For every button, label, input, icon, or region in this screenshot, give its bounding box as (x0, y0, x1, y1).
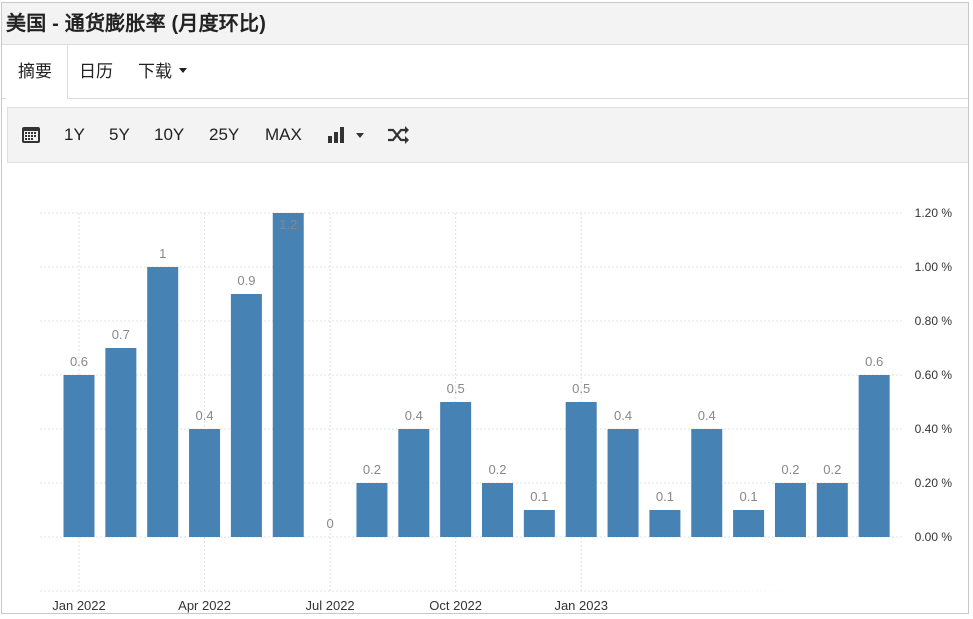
bar-chart-icon (328, 127, 364, 143)
y-tick-label: 0.00 % (915, 530, 953, 544)
chart-bar (733, 510, 765, 537)
data-label: 0 (326, 516, 333, 531)
tab-bar: 摘要 日历 下载 (2, 45, 968, 99)
y-tick-label: 0.60 % (915, 368, 953, 382)
data-label: 0.5 (447, 381, 465, 396)
data-label: 0.6 (865, 354, 883, 369)
chart-bar (356, 483, 388, 537)
data-label: 0.9 (237, 273, 255, 288)
chart-bar (774, 483, 806, 537)
data-label: 1 (159, 246, 166, 261)
x-tick-label: Apr 2022 (178, 598, 231, 613)
chart-area: 0.00 % 0.20 % 0.40 % 0.60 % 0.80 % 1.00 % 1.20… (2, 163, 968, 613)
chart-bar (63, 375, 95, 537)
chart-bar (105, 348, 137, 537)
tab-calendar[interactable]: 日历 (79, 45, 113, 99)
bar-chart: 0.00 %0.20 %0.40 %0.60 %0.80 %1.00 %1.20… (40, 206, 953, 613)
chart-bar (649, 510, 681, 537)
range-10y-button[interactable]: 10Y (154, 108, 184, 162)
watermark-fade (668, 553, 968, 613)
data-label: 0.2 (823, 462, 841, 477)
data-label: 1.2 (279, 217, 297, 232)
chart-bar (272, 213, 304, 537)
chart-toolbar: 1Y 5Y 10Y 25Y MAX (7, 107, 968, 163)
x-tick-label: Jan 2022 (52, 598, 106, 613)
data-label: 0.2 (781, 462, 799, 477)
chart-bar (691, 429, 723, 537)
data-label: 0.7 (112, 327, 130, 342)
y-tick-label: 0.20 % (915, 476, 953, 490)
data-label: 0.4 (196, 408, 214, 423)
range-1y-button[interactable]: 1Y (64, 108, 85, 162)
range-5y-button[interactable]: 5Y (109, 108, 130, 162)
data-label: 0.1 (530, 489, 548, 504)
title-bar: 美国 - 通货膨胀率 (月度环比) (2, 3, 968, 45)
y-tick-label: 0.40 % (915, 422, 953, 436)
data-label: 0.2 (363, 462, 381, 477)
data-label: 0.1 (656, 489, 674, 504)
y-tick-label: 1.00 % (915, 260, 953, 274)
data-label: 0.5 (572, 381, 590, 396)
data-label: 0.4 (405, 408, 423, 423)
data-label: 0.4 (698, 408, 716, 423)
data-label: 0.1 (740, 489, 758, 504)
range-max-button[interactable]: MAX (265, 108, 302, 162)
shuffle-icon[interactable] (387, 125, 409, 145)
chart-bar (189, 429, 221, 537)
chart-bar (230, 294, 262, 537)
tab-download[interactable]: 下载 (138, 45, 187, 99)
chart-bar (858, 375, 890, 537)
chart-bar (607, 429, 639, 537)
calendar-icon[interactable] (21, 125, 41, 145)
chart-widget: 美国 - 通货膨胀率 (月度环比) 摘要 日历 下载 1Y 5Y 10Y 25Y… (1, 2, 969, 614)
chart-bar (147, 267, 179, 537)
chart-type-button[interactable] (327, 125, 367, 145)
chart-bar (816, 483, 848, 537)
data-label: 0.2 (488, 462, 506, 477)
tab-download-label: 下载 (138, 62, 172, 81)
tab-summary[interactable]: 摘要 (6, 45, 68, 99)
data-label: 0.4 (614, 408, 632, 423)
chart-bar (398, 429, 430, 537)
x-tick-label: Oct 2022 (429, 598, 482, 613)
page-title: 美国 - 通货膨胀率 (月度环比) (6, 13, 267, 35)
chart-bar (565, 402, 597, 537)
range-25y-button[interactable]: 25Y (209, 108, 239, 162)
x-tick-label: Jul 2022 (306, 598, 355, 613)
y-tick-label: 0.80 % (915, 314, 953, 328)
chart-bar (440, 402, 472, 537)
chart-bar (523, 510, 555, 537)
chart-bar (482, 483, 513, 537)
data-label: 0.6 (70, 354, 88, 369)
x-tick-label: Jan 2023 (554, 598, 608, 613)
caret-down-icon (179, 68, 187, 74)
y-tick-label: 1.20 % (915, 206, 953, 220)
